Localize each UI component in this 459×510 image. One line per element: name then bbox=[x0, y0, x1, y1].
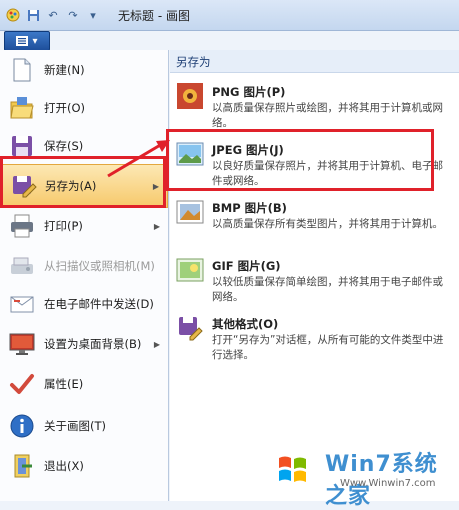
watermark-url: Www.Winwin7.com bbox=[340, 478, 436, 489]
windows-logo-icon bbox=[270, 446, 316, 492]
annotation-arrow bbox=[107, 140, 170, 178]
watermark: Win7系统之家 Www.Winwin7.com bbox=[265, 440, 455, 509]
